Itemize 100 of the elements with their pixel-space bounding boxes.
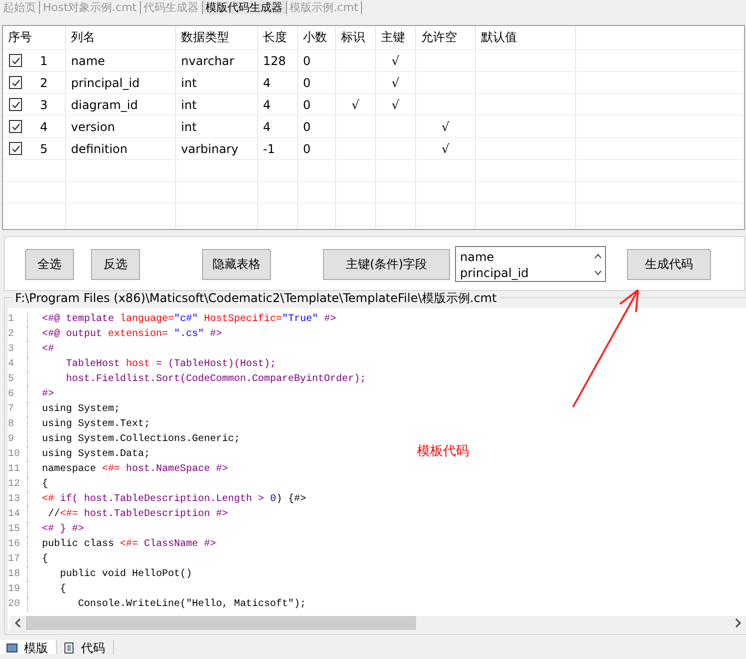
scroll-right-icon[interactable] — [734, 618, 742, 628]
table-cell: √ — [392, 98, 400, 112]
hide-table-button[interactable]: 隐藏表格 — [202, 249, 271, 280]
scroll-up-icon[interactable] — [594, 252, 602, 258]
line-number: 4 — [8, 357, 28, 372]
scroll-down-icon[interactable] — [594, 270, 602, 276]
list-item[interactable]: principal_id — [460, 265, 587, 281]
column-header[interactable]: 允许空 — [416, 26, 476, 49]
table-cell: int — [181, 120, 197, 134]
row-number: 3 — [40, 98, 48, 112]
generate-code-button[interactable]: 生成代码 — [627, 249, 711, 280]
file-path: F:\Program Files (x86)\Maticsoft\Codematic2\Template\TemplateFile\模版示例.cmt — [13, 291, 499, 305]
line-number: 15 — [8, 522, 28, 537]
table-cell: varbinary — [181, 142, 238, 156]
checkbox[interactable] — [9, 98, 22, 111]
code-line: <# — [42, 343, 54, 357]
table-cell: -1 — [263, 142, 275, 156]
column-header[interactable]: 序号 — [3, 26, 66, 49]
code-line: { — [59, 582, 66, 597]
row-number: 1 — [40, 54, 48, 68]
table-cell: int — [181, 98, 197, 112]
line-number: 19 — [8, 582, 28, 597]
document-icon — [63, 642, 75, 654]
table-cell: 4 — [263, 120, 271, 134]
column-header[interactable]: 标识 — [336, 26, 376, 49]
horizontal-scrollbar[interactable] — [10, 616, 746, 630]
invert-selection-button[interactable]: 反选 — [91, 249, 140, 280]
code-line: TableHost host = (TableHost)(Host); — [65, 358, 276, 372]
code-line: { — [42, 478, 48, 492]
code-line: Console.WriteLine("Hello, Maticsoft"); — [77, 598, 306, 612]
column-header[interactable]: 列名 — [66, 26, 176, 49]
code-line: using System.Text; — [42, 418, 150, 432]
code-line: using System.Collections.Generic; — [42, 432, 240, 447]
table-cell: 4 — [263, 98, 271, 112]
table-cell: √ — [442, 120, 450, 134]
table-cell: int — [181, 76, 197, 90]
line-number: 17 — [8, 552, 28, 567]
code-line: { — [42, 552, 48, 567]
line-number: 14 — [8, 507, 28, 522]
code-line: <#@ template language="c#" HostSpecific="True" #> — [42, 312, 336, 327]
line-number: 8 — [8, 417, 28, 432]
code-line: using System.Data; — [42, 448, 150, 462]
table-cell: diagram_id — [71, 98, 138, 112]
code-line: #> — [42, 388, 54, 402]
table-cell: 0 — [303, 120, 311, 134]
annotation-text: 模板代码 — [417, 443, 469, 460]
table-cell: √ — [392, 54, 400, 68]
line-number: 5 — [8, 372, 28, 387]
line-number: 3 — [8, 342, 28, 357]
select-all-button[interactable]: 全选 — [25, 249, 74, 280]
table-cell: 4 — [263, 76, 271, 90]
column-header[interactable]: 小数 — [298, 26, 336, 49]
checkbox[interactable] — [9, 142, 22, 155]
code-line: public void HelloPot() — [59, 568, 192, 582]
line-number: 7 — [8, 402, 28, 417]
row-number: 5 — [40, 142, 48, 156]
view-tab[interactable]: 代码 — [57, 640, 114, 654]
line-number: 9 — [8, 432, 28, 447]
document-tab[interactable]: 模版代码生成器 — [202, 1, 287, 14]
code-line: <#@ output extension= ".cs" #> — [42, 328, 222, 342]
line-number: 18 — [8, 567, 28, 582]
table-cell: version — [71, 120, 115, 134]
line-number: 10 — [8, 447, 28, 462]
line-number: 16 — [8, 537, 28, 552]
line-number: 1 — [8, 312, 28, 327]
table-cell: √ — [352, 98, 360, 112]
column-header[interactable]: 长度 — [258, 26, 298, 49]
table-cell: definition — [71, 142, 128, 156]
table-cell: √ — [442, 142, 450, 156]
code-line: public class <#= ClassName #> — [42, 538, 216, 552]
table-cell: √ — [392, 76, 400, 90]
code-line: using System; — [42, 402, 120, 417]
key-field-list[interactable]: name principal_id — [455, 246, 606, 282]
scroll-left-icon[interactable] — [14, 618, 22, 628]
table-cell: 0 — [303, 142, 311, 156]
line-number: 11 — [8, 462, 28, 477]
line-number: 6 — [8, 387, 28, 402]
table-cell: name — [71, 54, 106, 68]
column-header[interactable]: 主键 — [376, 26, 416, 49]
code-line: <# } #> — [42, 522, 84, 537]
checkbox[interactable] — [9, 54, 22, 67]
line-number: 2 — [8, 327, 28, 342]
checkbox[interactable] — [9, 120, 22, 133]
column-header[interactable]: 数据类型 — [176, 26, 258, 49]
table-cell: 0 — [303, 98, 311, 112]
row-number: 2 — [40, 76, 48, 90]
table-cell: 0 — [303, 76, 311, 90]
row-number: 4 — [40, 120, 48, 134]
list-item[interactable]: name — [460, 249, 587, 265]
line-number: 12 — [8, 477, 28, 492]
line-number: 13 — [8, 492, 28, 507]
table-cell: 0 — [303, 54, 311, 68]
checkbox[interactable] — [9, 76, 22, 89]
code-line: namespace <#= host.NameSpace #> — [42, 462, 228, 477]
column-header[interactable]: 默认值 — [476, 26, 576, 49]
view-tab[interactable]: 模版 — [0, 640, 57, 654]
picture-icon — [6, 642, 18, 654]
code-line: //<#= host.TableDescription #> — [47, 508, 228, 522]
table-cell: principal_id — [71, 76, 140, 90]
key-fields-button[interactable]: 主键(条件)字段 — [323, 249, 450, 280]
